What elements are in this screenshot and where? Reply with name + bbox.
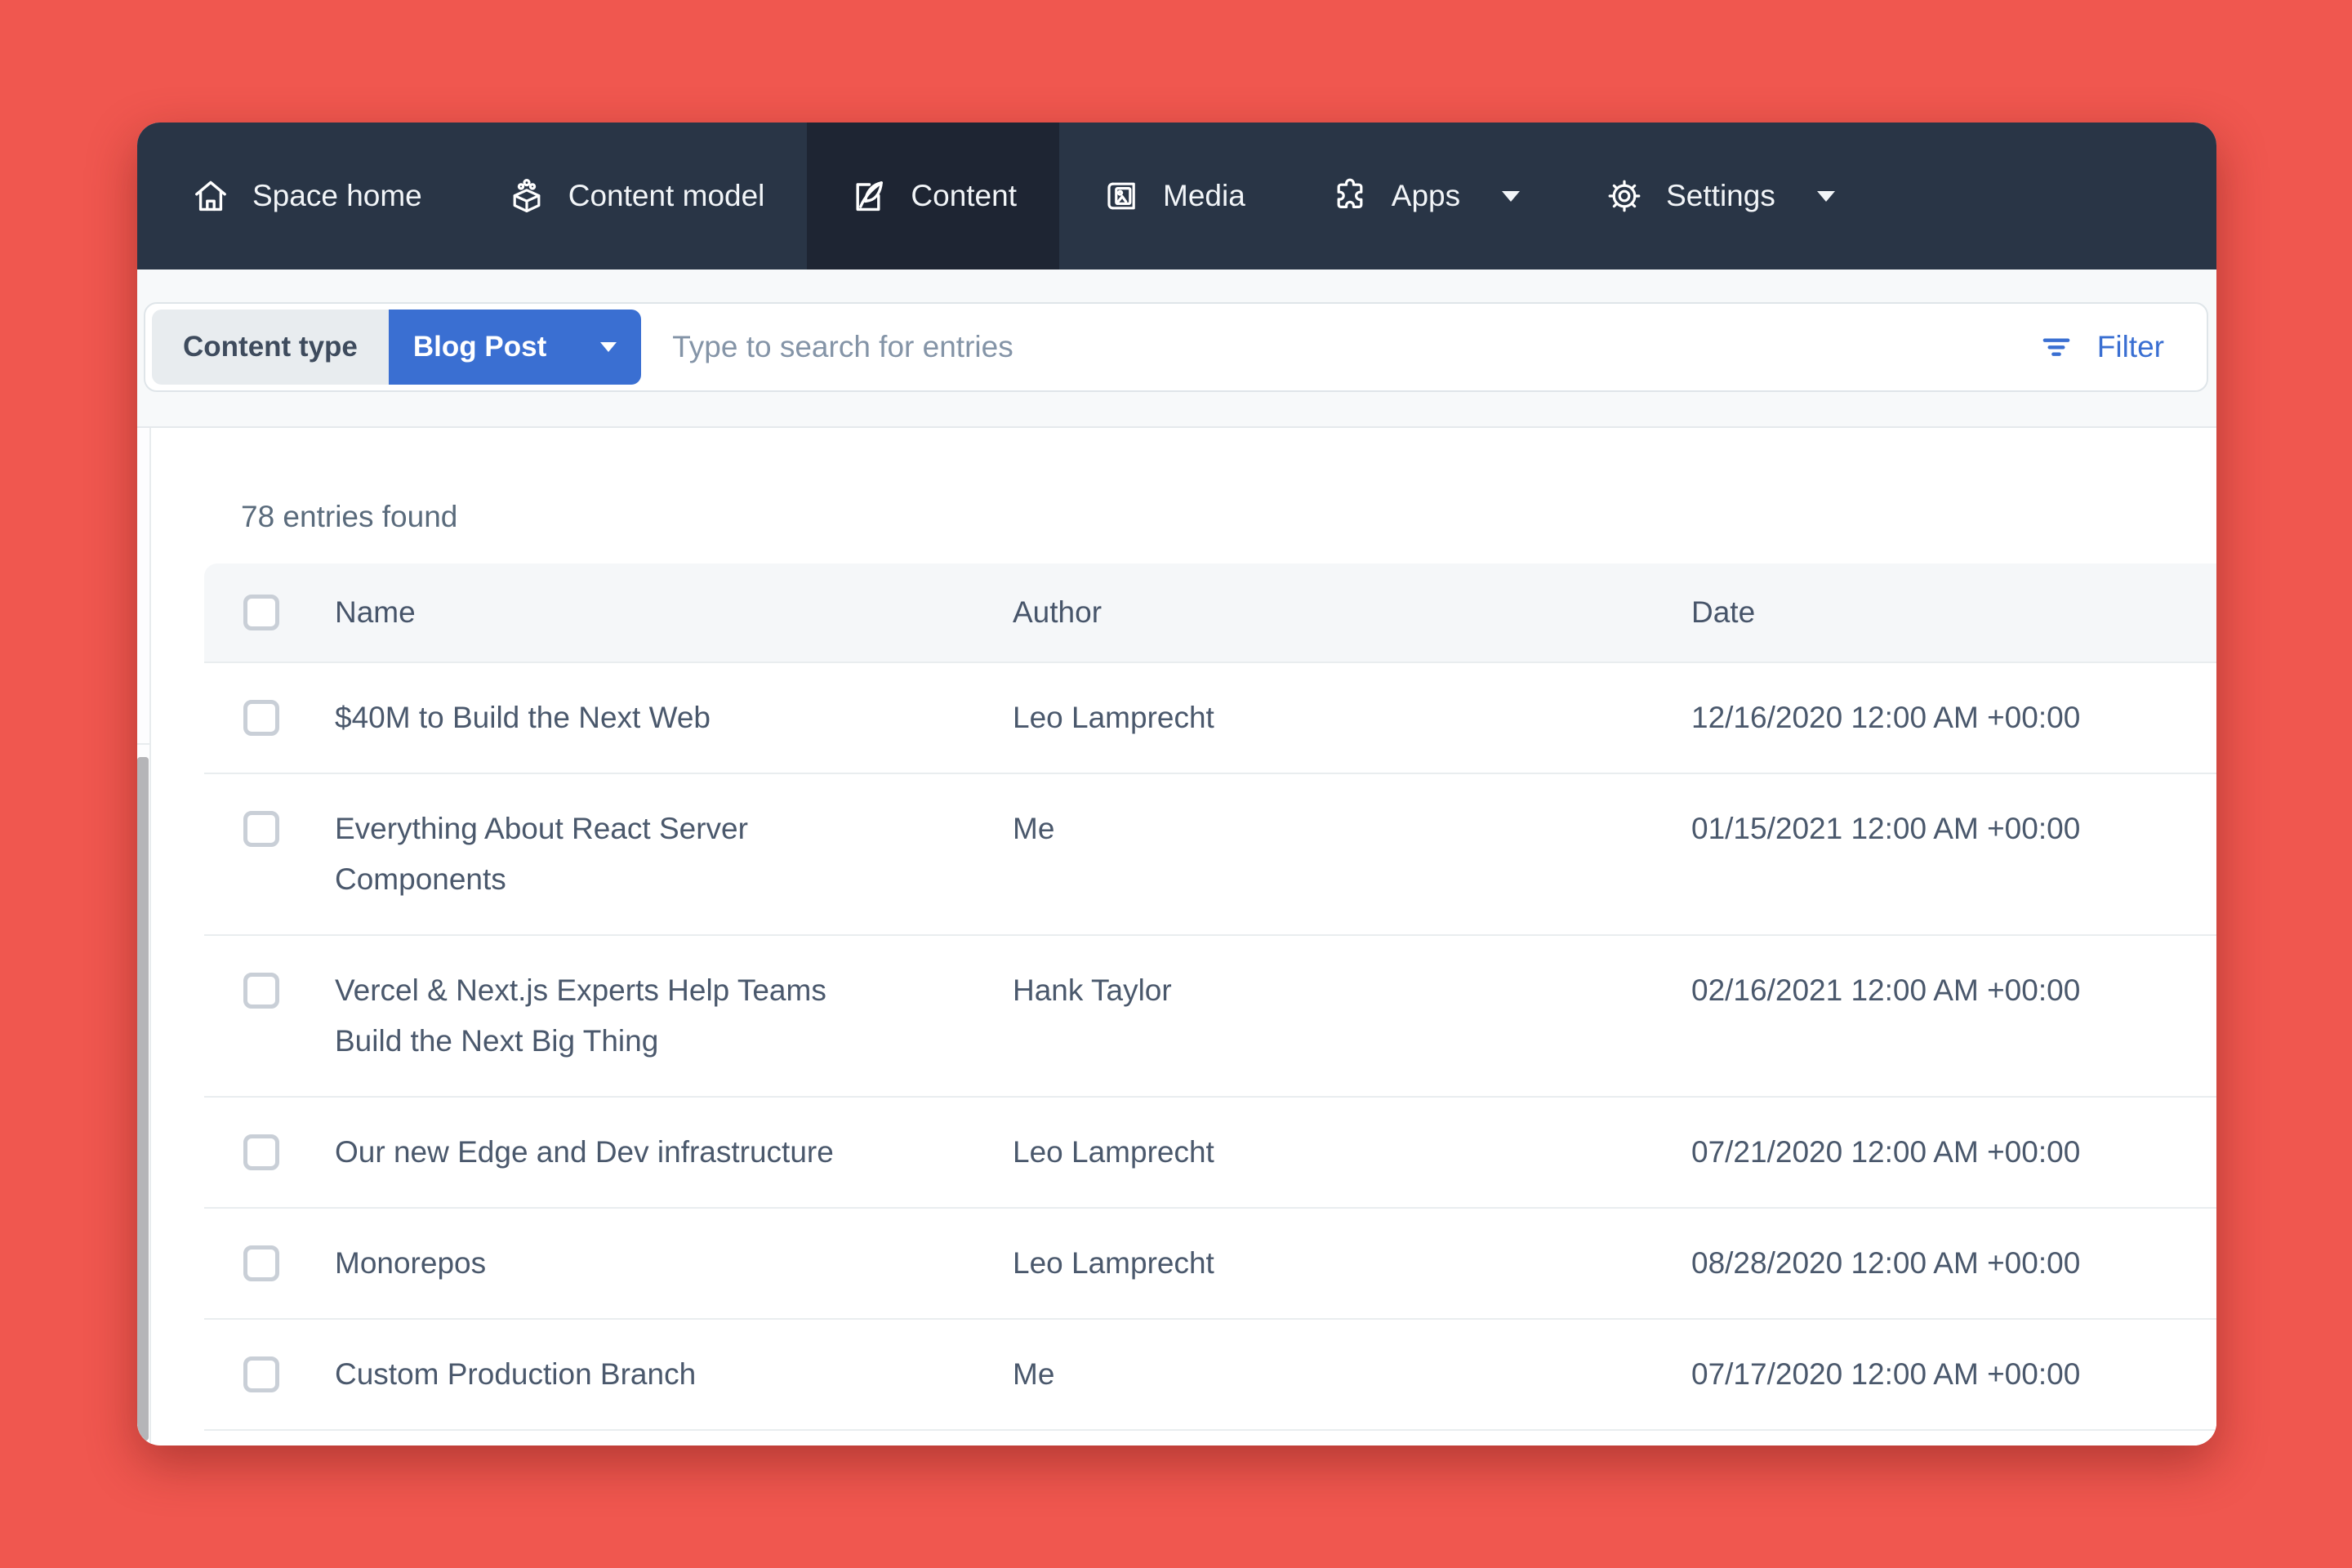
column-header-name: Name <box>335 595 1013 630</box>
row-checkbox[interactable] <box>243 811 279 847</box>
entry-name: Vercel & Next.js Experts Help Teams Buil… <box>335 965 874 1067</box>
row-checkbox[interactable] <box>243 1245 279 1281</box>
column-header-date: Date <box>1691 595 2216 630</box>
filter-label: Filter <box>2097 330 2164 364</box>
entry-name: Our new Edge and Dev infrastructure <box>335 1127 874 1178</box>
panel-divider <box>137 743 149 745</box>
search-input[interactable]: Type to search for entries <box>672 330 2040 364</box>
table-header-row: Name Author Date <box>204 564 2216 663</box>
table-row-partial <box>204 1431 2216 1446</box>
row-checkbox[interactable] <box>243 1134 279 1170</box>
nav-tab-label: Media <box>1163 179 1245 213</box>
content-type-selector: Content type Blog Post <box>152 310 641 385</box>
nav-tab-content[interactable]: Content <box>807 122 1059 270</box>
entry-date: 08/28/2020 12:00 AM +00:00 <box>1691 1238 2216 1289</box>
entry-date: 07/17/2020 12:00 AM +00:00 <box>1691 1349 2216 1400</box>
filter-button[interactable]: Filter <box>2040 330 2164 364</box>
entry-author: Leo Lamprecht <box>1013 1238 1691 1289</box>
chevron-down-icon <box>600 342 617 352</box>
scrollbar-thumb[interactable] <box>137 757 149 1441</box>
row-checkbox[interactable] <box>243 973 279 1009</box>
entry-search-bar[interactable]: Content type Blog Post Type to search fo… <box>144 302 2208 392</box>
entry-name: Custom Production Branch <box>335 1349 874 1400</box>
content-model-icon <box>507 176 546 216</box>
nav-tab-label: Space home <box>252 179 422 213</box>
nav-tab-label: Apps <box>1392 179 1460 213</box>
entry-author: Hank Taylor <box>1013 965 1691 1016</box>
table-row[interactable]: $40M to Build the Next Web Leo Lamprecht… <box>204 663 2216 774</box>
row-checkbox[interactable] <box>243 700 279 736</box>
nav-tab-label: Content model <box>568 179 765 213</box>
column-header-author: Author <box>1013 595 1691 630</box>
content-type-value: Blog Post <box>413 331 546 363</box>
nav-tab-label: Content <box>911 179 1017 213</box>
content-type-dropdown[interactable]: Blog Post <box>389 310 641 385</box>
entry-name: Everything About React Server Components <box>335 804 874 905</box>
table-row[interactable]: Custom Production Branch Me 07/17/2020 1… <box>204 1320 2216 1431</box>
app-window: Space home Content model Content <box>137 122 2216 1446</box>
entry-date: 02/16/2021 12:00 AM +00:00 <box>1691 965 2216 1016</box>
entries-table: Name Author Date $40M to Build the Next … <box>204 564 2216 1446</box>
chevron-down-icon <box>1817 191 1835 202</box>
apps-icon <box>1330 176 1370 216</box>
table-row[interactable]: Monorepos Leo Lamprecht 08/28/2020 12:00… <box>204 1209 2216 1320</box>
toolbar: Content type Blog Post Type to search fo… <box>137 270 2216 428</box>
entry-date: 01/15/2021 12:00 AM +00:00 <box>1691 804 2216 854</box>
nav-tab-media[interactable]: Media <box>1059 122 1288 270</box>
nav-tab-label: Settings <box>1666 179 1775 213</box>
nav-tab-content-model[interactable]: Content model <box>465 122 808 270</box>
chevron-down-icon <box>1502 191 1520 202</box>
table-row[interactable]: Everything About React Server Components… <box>204 774 2216 936</box>
entry-author: Me <box>1013 804 1691 854</box>
entry-author: Leo Lamprecht <box>1013 1127 1691 1178</box>
table-row[interactable]: Our new Edge and Dev infrastructure Leo … <box>204 1098 2216 1209</box>
entry-name: $40M to Build the Next Web <box>335 693 874 743</box>
entry-date: 12/16/2020 12:00 AM +00:00 <box>1691 693 2216 743</box>
settings-icon <box>1605 176 1644 216</box>
entry-name: Monorepos <box>335 1238 874 1289</box>
entry-author: Me <box>1013 1349 1691 1400</box>
nav-tab-space-home[interactable]: Space home <box>149 122 465 270</box>
nav-tab-settings[interactable]: Settings <box>1562 122 1878 270</box>
desktop-background: { "colors": { "background": "#f0574f", "… <box>0 0 2352 1568</box>
entry-date: 07/21/2020 12:00 AM +00:00 <box>1691 1127 2216 1178</box>
entry-author: Leo Lamprecht <box>1013 693 1691 743</box>
top-navigation: Space home Content model Content <box>137 122 2216 270</box>
select-all-checkbox[interactable] <box>243 595 279 630</box>
filter-icon <box>2040 331 2073 363</box>
entry-list-panel: 78 entries found Name Author Date $40M t… <box>151 428 2216 1444</box>
table-row[interactable]: Vercel & Next.js Experts Help Teams Buil… <box>204 936 2216 1098</box>
entries-count: 78 entries found <box>241 500 2216 534</box>
nav-tab-apps[interactable]: Apps <box>1288 122 1562 270</box>
content-area: 78 entries found Name Author Date $40M t… <box>137 428 2216 1444</box>
media-icon <box>1102 176 1141 216</box>
row-checkbox[interactable] <box>243 1356 279 1392</box>
content-type-label: Content type <box>152 310 389 385</box>
content-icon <box>849 176 889 216</box>
home-icon <box>191 176 230 216</box>
background-panel-edge <box>137 428 151 1444</box>
